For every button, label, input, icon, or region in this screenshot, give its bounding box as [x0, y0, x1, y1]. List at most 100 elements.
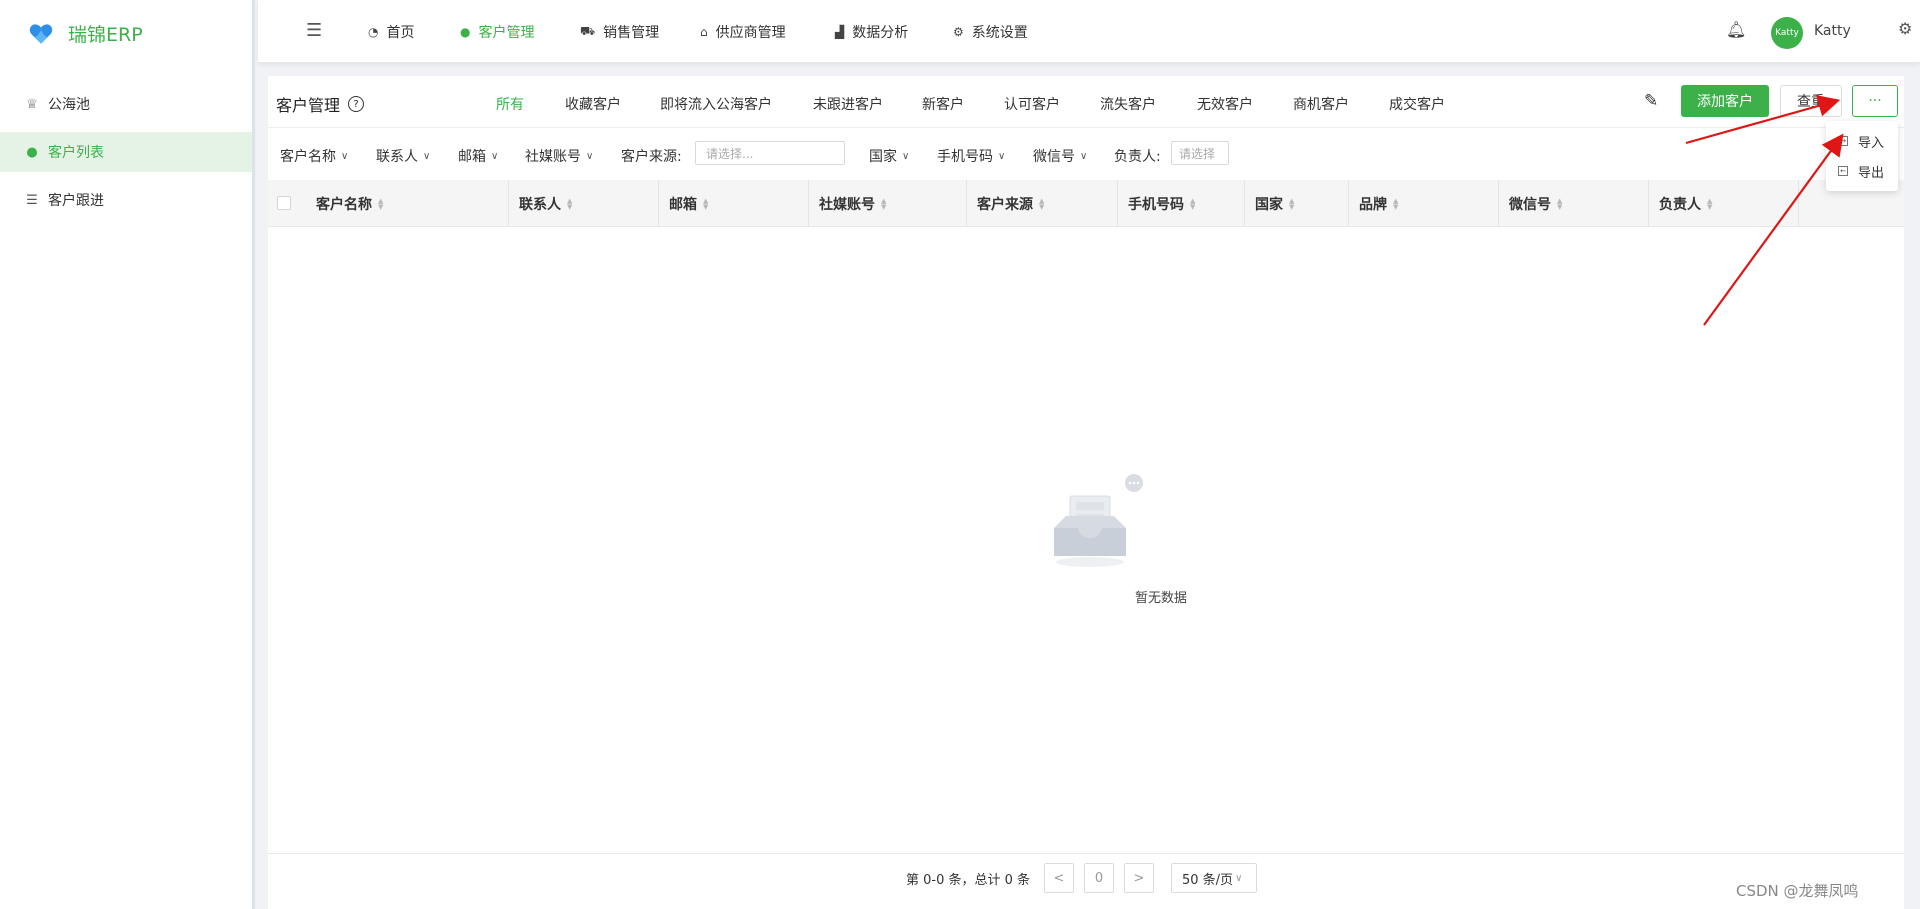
filter-label: 手机号码 [937, 149, 993, 165]
nav-data-analysis[interactable]: ▟ 数据分析 [835, 22, 908, 42]
bell-icon[interactable]: 🔔︎ [1726, 20, 1746, 39]
tab-new[interactable]: 新客户 [922, 94, 964, 114]
top-navbar: ☰ ◔ 首页 ● 客户管理 ⛟ 销售管理 ⌂ 供应商管理 ▟ 数据分析 ⚙ 系统… [258, 0, 1920, 63]
sort-icon: ▲ ▼ [881, 196, 887, 211]
filter-phone[interactable]: 手机号码 ∨ [937, 146, 1005, 166]
nav-system-settings[interactable]: ⚙ 系统设置 [953, 22, 1028, 42]
nav-label: 客户管理 [478, 25, 535, 41]
column-header[interactable]: 邮箱 ▲ ▼ [659, 180, 809, 227]
select-all-checkbox[interactable] [277, 196, 291, 210]
empty-inbox-icon [1054, 474, 1143, 567]
page-size-select[interactable]: 50 条/页 ∨ [1171, 863, 1257, 893]
sort-icon: ▲ ▼ [567, 196, 573, 211]
sidebar-item-public-pool[interactable]: ♕ 公海池 [0, 84, 252, 124]
column-header[interactable]: 联系人 ▲ ▼ [509, 180, 659, 227]
column-header[interactable]: 手机号码 ▲ ▼ [1118, 180, 1245, 227]
edit-icon[interactable]: ✎ [1644, 91, 1658, 111]
help-icon[interactable]: ? [348, 96, 365, 112]
main-panel: 客户管理 ? 所有 收藏客户 即将流入公海客户 未跟进客户 新客户 认可客户 流… [268, 76, 1904, 909]
filter-email[interactable]: 邮箱 ∨ [458, 146, 498, 166]
filter-country[interactable]: 国家 ∨ [869, 146, 909, 166]
empty-text: 暂无数据 [1134, 591, 1187, 606]
tab-all[interactable]: 所有 [496, 94, 524, 114]
sort-icon: ▲ ▼ [1707, 196, 1713, 211]
column-header[interactable]: 品牌 ▲ ▼ [1349, 180, 1499, 227]
sidebar-item-customer-followup[interactable]: ☰ 客户跟进 [0, 180, 252, 220]
column-header[interactable]: 微信号 ▲ ▼ [1499, 180, 1649, 227]
sort-icon: ▲ ▼ [1557, 196, 1563, 211]
dedupe-button[interactable]: 查重 [1780, 85, 1842, 117]
menu-collapse-icon[interactable]: ☰ [306, 20, 322, 41]
tab-lost[interactable]: 流失客户 [1100, 94, 1156, 114]
filter-label: 国家 [869, 149, 897, 165]
menu-item-label: 导入 [1858, 135, 1885, 151]
page-size-label: 50 条/页 [1182, 872, 1234, 888]
export-icon: ← [1838, 166, 1848, 176]
table-header: 客户名称 ▲ ▼ 联系人 ▲ ▼ 邮箱 ▲ ▼ 社媒账号 ▲ ▼ 客户来源 ▲ ▼ 手机号码 ▲ ▼ 国… [268, 180, 1904, 227]
tab-favorites[interactable]: 收藏客户 [565, 94, 621, 114]
filter-contact[interactable]: 联系人 ∨ [376, 146, 430, 166]
app-logo[interactable]: 瑞锦ERP [28, 20, 143, 47]
column-header[interactable]: 负责人 ▲ ▼ [1649, 180, 1799, 227]
filter-label: 社媒账号 [525, 149, 581, 165]
chevron-down-icon: ∨ [491, 150, 499, 162]
column-label: 联系人 [519, 196, 561, 213]
next-page-button[interactable]: > [1124, 863, 1154, 893]
divider [268, 127, 1904, 128]
page-number[interactable]: 0 [1084, 863, 1114, 893]
heart-logo-icon [29, 23, 53, 44]
tab-soon-public[interactable]: 即将流入公海客户 [660, 94, 772, 114]
menu-item-label: 导出 [1858, 165, 1885, 181]
filter-wechat[interactable]: 微信号 ∨ [1033, 146, 1087, 166]
username[interactable]: Katty [1814, 23, 1851, 39]
source-select[interactable]: 请选择... [695, 141, 845, 165]
avatar[interactable]: Katty [1771, 17, 1803, 49]
owner-select[interactable]: 请选择 [1171, 141, 1229, 165]
settings-gear-icon[interactable]: ⚙ [1898, 19, 1912, 38]
sidebar-item-customer-list[interactable]: ● 客户列表 [0, 132, 252, 172]
chevron-down-icon: ∨ [586, 150, 594, 162]
column-label: 国家 [1255, 196, 1283, 213]
tab-invalid[interactable]: 无效客户 [1197, 94, 1253, 114]
nav-customer-management[interactable]: ● 客户管理 [460, 22, 534, 42]
column-header[interactable]: 客户名称 ▲ ▼ [306, 180, 509, 227]
sort-icon: ▲ ▼ [1039, 196, 1045, 211]
column-label: 邮箱 [669, 196, 697, 213]
tab-approved[interactable]: 认可客户 [1004, 94, 1060, 114]
filter-label: 客户来源: [621, 149, 682, 165]
menu-item-export[interactable]: ← 导出 [1826, 157, 1898, 185]
sort-icon: ▲ ▼ [1190, 196, 1196, 211]
tab-not-followed[interactable]: 未跟进客户 [813, 94, 883, 114]
column-header[interactable]: 客户来源 ▲ ▼ [967, 180, 1118, 227]
column-label: 客户名称 [316, 196, 372, 213]
nav-label: 数据分析 [852, 25, 909, 41]
list-icon: ☰ [26, 192, 38, 208]
cart-icon: ⛟ [580, 24, 596, 38]
menu-item-import[interactable]: → 导入 [1826, 127, 1898, 155]
nav-supplier-management[interactable]: ⌂ 供应商管理 [700, 22, 786, 42]
sidebar-item-label: 客户列表 [48, 145, 104, 161]
column-label: 手机号码 [1128, 196, 1184, 213]
filter-social[interactable]: 社媒账号 ∨ [525, 146, 593, 166]
column-header[interactable]: 国家 ▲ ▼ [1245, 180, 1349, 227]
chevron-down-icon: ∨ [902, 150, 910, 162]
nav-sales-management[interactable]: ⛟ 销售管理 [580, 22, 659, 42]
chart-icon: ▟ [835, 25, 845, 39]
filter-customer-name[interactable]: 客户名称 ∨ [280, 146, 348, 166]
tab-opportunity[interactable]: 商机客户 [1293, 94, 1349, 114]
sidebar-item-label: 客户跟进 [48, 193, 104, 209]
nav-label: 供应商管理 [715, 25, 786, 41]
sort-icon: ▲ ▼ [1289, 196, 1295, 211]
prev-page-button[interactable]: < [1044, 863, 1074, 893]
column-header[interactable]: 社媒账号 ▲ ▼ [809, 180, 967, 227]
filter-label: 邮箱 [458, 149, 486, 165]
add-customer-button[interactable]: 添加客户 [1681, 85, 1769, 117]
more-button[interactable]: ··· [1852, 85, 1898, 117]
chevron-down-icon: ∨ [1235, 872, 1243, 884]
nav-home[interactable]: ◔ 首页 [368, 22, 414, 42]
column-label: 品牌 [1359, 196, 1387, 213]
sort-icon: ▲ ▼ [378, 196, 384, 211]
tab-closed[interactable]: 成交客户 [1389, 94, 1445, 114]
filter-owner-label: 负责人: [1114, 146, 1161, 166]
filter-source-label: 客户来源: [621, 146, 682, 166]
